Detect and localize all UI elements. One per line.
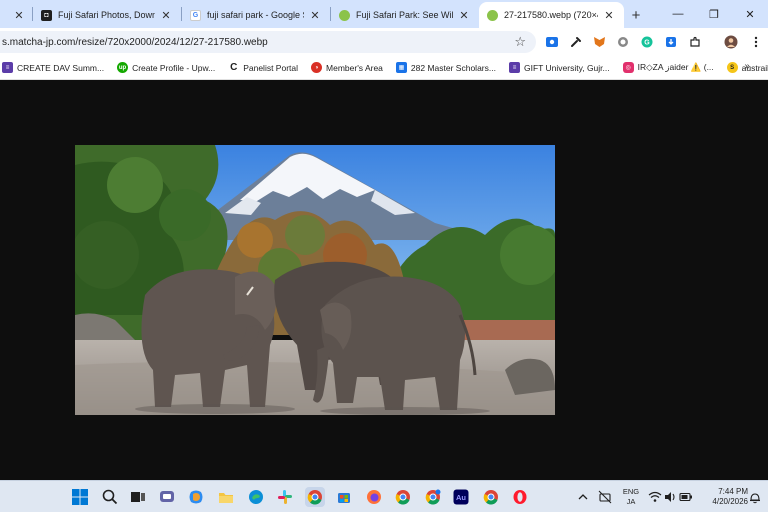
chrome-profile-icon[interactable] — [393, 487, 413, 507]
building-icon: ▦ — [395, 62, 407, 73]
minimize-icon[interactable]: — — [660, 0, 696, 28]
clock-time: 7:44 PM — [718, 487, 748, 496]
svg-text:Au: Au — [456, 493, 466, 502]
bookmark-label: Member's Area — [326, 62, 383, 73]
chevron-up-icon[interactable] — [576, 487, 590, 507]
clock-date: 4/20/2026 — [712, 497, 748, 506]
tab-1[interactable]: ◘ Fuji Safari Photos, Download ✕ — [33, 2, 181, 28]
wifi-icon[interactable] — [648, 487, 662, 507]
eyedropper-icon[interactable] — [568, 34, 584, 50]
tab-title: Fuji Safari Park: See Wild An — [356, 10, 453, 20]
system-clock[interactable]: 7:44 PM 4/20/2026 — [698, 487, 748, 507]
tab-title: Fuji Safari Photos, Download — [58, 10, 155, 20]
tab-strip: ✕ ◘ Fuji Safari Photos, Download ✕ G fuj… — [0, 0, 768, 28]
browser-toolbar: s.matcha-jp.com/resize/720x2000/2024/12/… — [0, 28, 768, 56]
upwork-icon: up — [117, 62, 129, 73]
instagram-icon: ◎ — [622, 62, 634, 73]
profile-avatar-icon[interactable] — [723, 34, 739, 50]
lang-primary: ENG — [622, 487, 640, 496]
bookmark-item[interactable]: C Panelist Portal — [228, 62, 298, 73]
address-bar[interactable]: s.matcha-jp.com/resize/720x2000/2024/12/… — [0, 31, 536, 53]
bookmark-star-icon[interactable]: ☆ — [514, 34, 526, 50]
svg-text:G: G — [644, 40, 650, 47]
notification-bell-icon[interactable] — [748, 487, 762, 507]
tab-title: fuji safari park - Google Sea — [207, 10, 304, 20]
elephants-photo-illustration — [75, 145, 555, 415]
file-explorer-icon[interactable] — [216, 487, 236, 507]
form-icon: ≡ — [2, 62, 13, 73]
extensions-puzzle-icon[interactable] — [687, 34, 703, 50]
edge-icon[interactable] — [246, 487, 266, 507]
task-view-icon[interactable] — [128, 487, 148, 507]
windows-start-icon[interactable] — [70, 487, 90, 507]
bookmark-label: Create Profile - Upw... — [132, 62, 216, 73]
firefox-icon[interactable] — [364, 487, 384, 507]
bookmark-label: IR◇ZA زaider ⚠️ (... — [637, 62, 714, 72]
search-icon[interactable] — [100, 487, 120, 507]
member-icon: ◑ — [311, 62, 323, 73]
bookmark-item[interactable]: up Create Profile - Upw... — [117, 62, 215, 73]
slack-icon[interactable] — [275, 487, 295, 507]
metamask-icon[interactable] — [591, 34, 607, 50]
bookmark-label: Panelist Portal — [243, 62, 299, 73]
chrome-profile-icon[interactable] — [423, 487, 443, 507]
copilot-icon[interactable] — [186, 487, 206, 507]
chrome-active-icon[interactable] — [305, 487, 325, 507]
close-icon[interactable]: ✕ — [308, 9, 322, 22]
input-language-indicator[interactable]: ENG JA — [622, 487, 640, 507]
lang-secondary: JA — [626, 497, 636, 506]
tab-favicon-icon — [339, 9, 350, 21]
windows-taskbar: Au ENG JA 7:44 PM 4/20/2026 — [0, 480, 768, 512]
bookmark-item[interactable]: ◑ Member's Area — [311, 62, 383, 73]
bookmarks-bar: ≡ CREATE DAV Summ... up Create Profile -… — [0, 56, 768, 80]
bookmark-label: CREATE DAV Summ... — [17, 62, 105, 73]
close-icon[interactable]: ✕ — [602, 9, 616, 22]
bookmarks-overflow-icon[interactable]: » — [744, 61, 750, 72]
new-tab-button[interactable]: + — [624, 2, 648, 28]
no-network-icon[interactable] — [597, 487, 613, 507]
page-viewport — [0, 81, 768, 480]
chrome-profile-icon[interactable] — [481, 487, 501, 507]
restore-icon[interactable]: ❐ — [696, 0, 732, 28]
url-text: s.matcha-jp.com/resize/720x2000/2024/12/… — [2, 36, 268, 48]
tab-title: 27-217580.webp (720×405) — [504, 10, 598, 20]
volume-icon[interactable] — [664, 487, 678, 507]
google-icon: G — [190, 9, 201, 21]
tab-0[interactable]: ✕ — [0, 2, 32, 28]
bookmark-label: 282 Master Scholars... — [410, 62, 496, 73]
tab-active[interactable]: 27-217580.webp (720×405) ✕ — [479, 2, 624, 28]
tab-favicon-icon: ◘ — [41, 9, 52, 21]
bookmark-item[interactable]: ≡ CREATE DAV Summ... — [2, 62, 104, 73]
c-icon: C — [230, 62, 238, 73]
close-icon[interactable]: ✕ — [159, 9, 173, 22]
teams-chat-icon[interactable] — [157, 487, 177, 507]
microsoft-store-icon[interactable] — [334, 487, 354, 507]
battery-icon[interactable] — [679, 487, 693, 507]
close-icon[interactable]: ✕ — [12, 9, 26, 22]
download-icon[interactable] — [663, 34, 679, 50]
screen-record-icon[interactable] — [544, 34, 560, 50]
extension-circle-icon[interactable] — [615, 34, 631, 50]
bookmark-label: GIFT University, Gujr... — [523, 62, 610, 73]
close-window-icon[interactable]: ✕ — [732, 0, 768, 28]
tab-favicon-icon — [487, 9, 498, 21]
bookmark-item[interactable]: ◎ IR◇ZA زaider ⚠️ (... — [622, 62, 714, 73]
adobe-audition-icon[interactable]: Au — [451, 487, 471, 507]
bookmark-item[interactable]: ▦ 282 Master Scholars... — [395, 62, 496, 73]
form-icon: ≡ — [508, 62, 520, 73]
menu-kebab-icon[interactable] — [748, 34, 764, 50]
s-icon: S — [726, 62, 738, 73]
close-icon[interactable]: ✕ — [457, 9, 471, 22]
tab-2[interactable]: G fuji safari park - Google Sea ✕ — [182, 2, 330, 28]
bookmark-item[interactable]: ≡ GIFT University, Gujr... — [508, 62, 610, 73]
opera-icon[interactable] — [510, 487, 530, 507]
tab-3[interactable]: Fuji Safari Park: See Wild An ✕ — [331, 2, 479, 28]
grammarly-icon[interactable]: G — [639, 34, 655, 50]
elephants-photo — [75, 145, 555, 415]
